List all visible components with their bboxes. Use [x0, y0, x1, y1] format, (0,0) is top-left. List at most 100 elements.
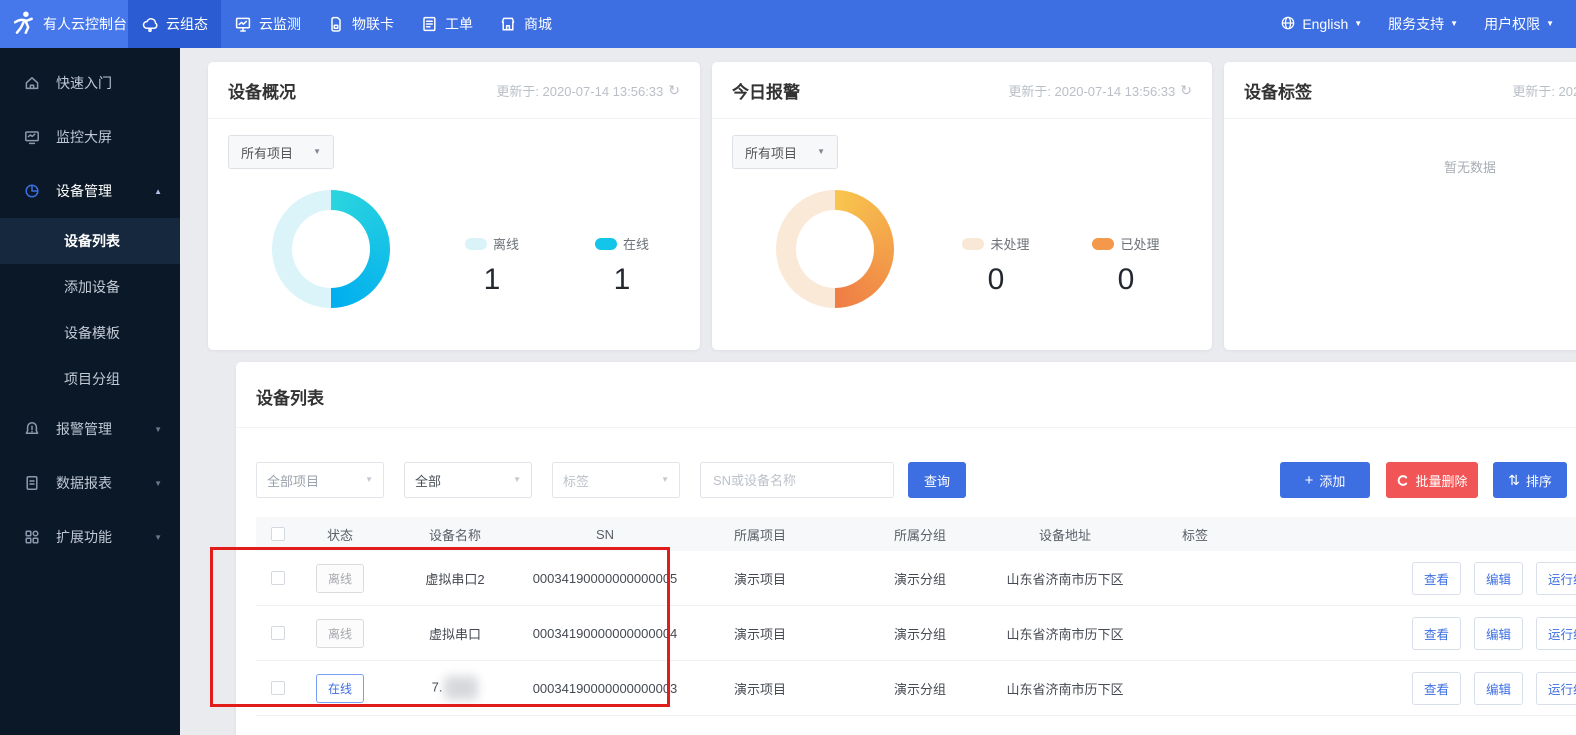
sidebar-item-home[interactable]: 快速入门 — [0, 56, 180, 110]
topnav-item-sim-card[interactable]: 物联卡 — [314, 0, 407, 48]
sidebar-item-report[interactable]: 数据报表 ▼ — [0, 456, 180, 510]
card-title: 今日报警 — [732, 78, 800, 103]
add-device-button[interactable]: + 添加 — [1280, 462, 1370, 498]
device-overview-card: 设备概况 更新于: 2020-07-14 13:56:33 ↻ 所有项目▼ 离线… — [208, 62, 700, 350]
sidebar-subitem-2[interactable]: 设备模板 — [0, 310, 180, 356]
device-group: 演示分组 — [840, 569, 1000, 588]
card-title: 设备概况 — [228, 78, 296, 103]
tag-filter-select[interactable]: 标签▼ — [552, 462, 680, 498]
status-badge: 离线 — [316, 564, 364, 593]
row-actions: 查看编辑运行组态 — [1260, 672, 1576, 705]
row-checkbox[interactable] — [271, 571, 285, 585]
legend-value: 1 — [614, 263, 631, 297]
topnav-item-store[interactable]: 商城 — [486, 0, 565, 48]
empty-state-text: 暂无数据 — [1224, 157, 1576, 176]
device-sn: 00034190000000000005 — [530, 571, 680, 586]
row-checkbox[interactable] — [271, 681, 285, 695]
topbar: 有人云控制台 云组态云监测 物联卡工单商城 English▼ 服务支持▼ 用户权限▼ — [0, 0, 1576, 48]
status-filter-select[interactable]: 全部▼ — [404, 462, 532, 498]
divider — [236, 427, 1576, 428]
filter-toolbar: 全部项目▼ 全部▼ 标签▼ 查询 + 添加 — [256, 462, 1576, 498]
sidebar-subitem-1[interactable]: 添加设备 — [0, 264, 180, 310]
device-tags-card: 设备标签 更新于: 2020-07-14 13:56:33 ↻ 暂无数据 — [1224, 62, 1576, 350]
legend-label: 已处理 — [1120, 234, 1159, 253]
chevron-icon: ▼ — [154, 533, 162, 542]
topnav-label: 云组态 — [166, 14, 208, 34]
view-button[interactable]: 查看 — [1412, 617, 1461, 650]
main-content: 设备概况 更新于: 2020-07-14 13:56:33 ↻ 所有项目▼ 离线… — [180, 48, 1576, 735]
legend-color-swatch — [1092, 238, 1114, 250]
sidebar-subitem-3[interactable]: 项目分组 — [0, 356, 180, 402]
device-project: 演示项目 — [680, 624, 840, 643]
refresh-icon[interactable]: ↻ — [1180, 82, 1192, 99]
query-button[interactable]: 查询 — [908, 462, 966, 498]
sidebar-item-screen[interactable]: 监控大屏 — [0, 110, 180, 164]
sidebar-subitem-0[interactable]: 设备列表 — [0, 218, 180, 264]
topnav-item-monitor[interactable]: 云监测 — [221, 0, 314, 48]
column-header: 设备地址 — [1000, 525, 1130, 544]
sidebar-item-label: 监控大屏 — [56, 127, 112, 147]
edit-button[interactable]: 编辑 — [1474, 617, 1523, 650]
edit-button[interactable]: 编辑 — [1474, 672, 1523, 705]
view-button[interactable]: 查看 — [1412, 562, 1461, 595]
sidebar-item-alarm[interactable]: 报警管理▼ — [0, 402, 180, 456]
legend-color-swatch — [465, 238, 487, 250]
updated-timestamp: 更新于: 2020-07-14 13:56:33 ↻ — [1512, 81, 1576, 100]
device-manage-icon — [22, 182, 42, 200]
legend-item: 未处理0 — [950, 234, 1042, 297]
alarm-icon — [22, 420, 42, 438]
search-input[interactable] — [700, 462, 894, 498]
project-filter-select[interactable]: 全部项目▼ — [256, 462, 384, 498]
column-header: 操作 — [1260, 525, 1576, 544]
chevron-icon: ▼ — [154, 479, 162, 488]
store-icon — [499, 15, 517, 33]
view-button[interactable]: 查看 — [1412, 672, 1461, 705]
action-toolbar: + 添加 批量删除 ⇅ 排序 — [1280, 462, 1576, 498]
refresh-icon[interactable]: ↻ — [668, 82, 680, 99]
extension-icon — [22, 528, 42, 546]
status-badge: 离线 — [316, 619, 364, 648]
report-icon — [22, 474, 42, 492]
sidebar-item-extension[interactable]: 扩展功能▼ — [0, 510, 180, 564]
language-menu[interactable]: English▼ — [1280, 15, 1362, 34]
alarm-status-donut-chart — [776, 190, 894, 308]
sidebar: 快速入门监控大屏设备管理▲设备列表添加设备设备模板项目分组报警管理▼数据报表▼扩… — [0, 48, 180, 735]
legend-label: 离线 — [493, 234, 519, 253]
globe-icon — [1280, 15, 1296, 34]
brand-title: 有人云控制台 — [43, 14, 127, 34]
chevron-down-icon: ▼ — [513, 476, 521, 484]
topnav-item-cloud[interactable]: 云组态 — [128, 0, 221, 48]
legend-value: 0 — [988, 263, 1005, 297]
edit-button[interactable]: 编辑 — [1474, 562, 1523, 595]
brand: 有人云控制台 — [0, 0, 128, 48]
sort-button[interactable]: ⇅ 排序 — [1493, 462, 1567, 498]
updated-timestamp: 更新于: 2020-07-14 13:56:33 ↻ — [496, 81, 680, 100]
sim-card-icon — [327, 15, 345, 33]
topnav-item-work-order[interactable]: 工单 — [407, 0, 486, 48]
run-scada-button[interactable]: 运行组态 — [1536, 617, 1576, 650]
sidebar-item-label: 设备管理 — [56, 181, 112, 201]
project-filter-select[interactable]: 所有项目▼ — [228, 135, 334, 169]
table-row: 离线虚拟串口200034190000000000005演示项目演示分组山东省济南… — [256, 551, 1576, 606]
run-scada-button[interactable]: 运行组态 — [1536, 562, 1576, 595]
device-project: 演示项目 — [680, 679, 840, 698]
support-menu[interactable]: 服务支持▼ — [1388, 14, 1458, 34]
account-menu[interactable]: 用户权限▼ — [1484, 14, 1554, 34]
monitor-icon — [234, 15, 252, 33]
cloud-icon — [141, 15, 159, 33]
row-checkbox[interactable] — [271, 626, 285, 640]
work-order-icon — [420, 15, 438, 33]
sidebar-item-label: 数据报表 — [56, 473, 112, 493]
topnav-label: 物联卡 — [352, 14, 394, 34]
device-address: 山东省济南市历下区 — [1000, 624, 1130, 643]
chevron-down-icon: ▼ — [313, 148, 321, 156]
sidebar-item-device-manage[interactable]: 设备管理 ▲ — [0, 164, 180, 218]
run-scada-button[interactable]: 运行组态 — [1536, 672, 1576, 705]
chevron-icon: ▲ — [154, 187, 162, 196]
batch-delete-button[interactable]: 批量删除 — [1386, 462, 1478, 498]
select-all-checkbox[interactable] — [271, 527, 285, 541]
row-actions: 查看编辑运行组态 — [1260, 562, 1576, 595]
project-filter-select[interactable]: 所有项目▼ — [732, 135, 838, 169]
loop-icon — [1396, 474, 1409, 487]
device-address: 山东省济南市历下区 — [1000, 679, 1130, 698]
